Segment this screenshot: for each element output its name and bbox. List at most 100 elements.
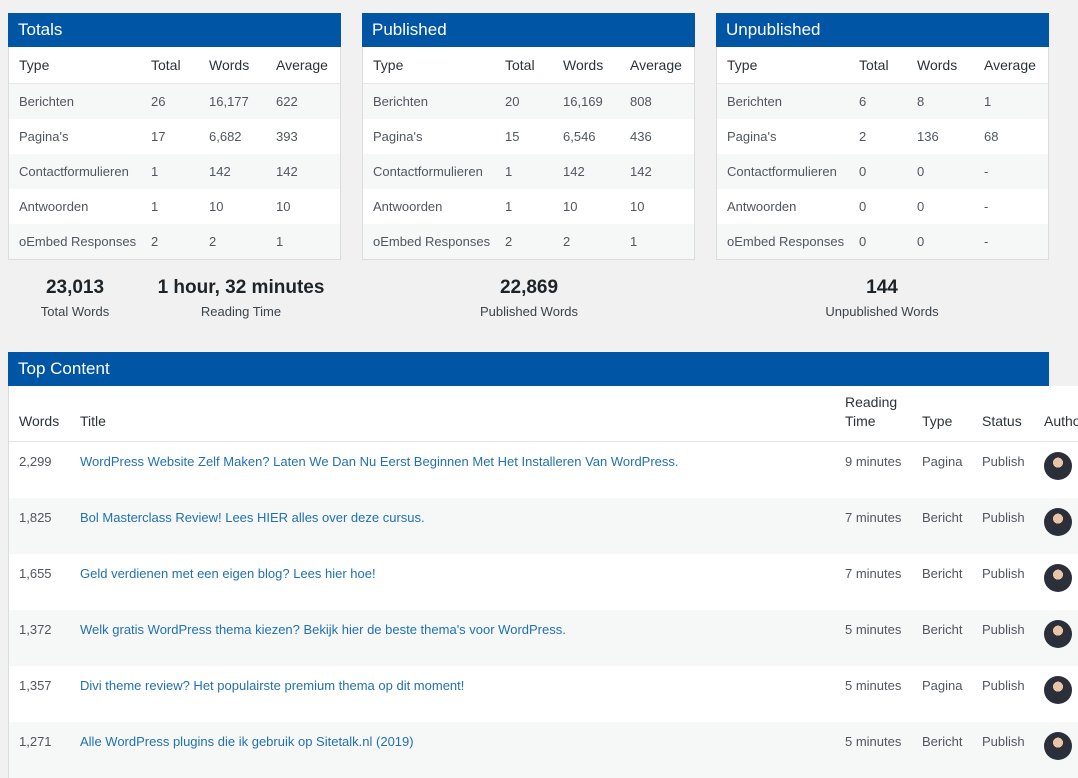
table-row: Antwoorden 0 0 - bbox=[717, 189, 1048, 224]
value-cell: 8 bbox=[907, 83, 974, 119]
unpublished-table: Type Total Words Average Berichten 6 8 1 Pag… bbox=[717, 47, 1048, 259]
post-title-link[interactable]: Bol Masterclass Review! Lees HIER alles … bbox=[80, 510, 425, 525]
type-cell: Berichten bbox=[717, 83, 849, 119]
table-row: 2,299 WordPress Website Zelf Maken? Laten… bbox=[9, 442, 1078, 498]
value-cell: 2 bbox=[859, 129, 867, 144]
value-cell: 142 bbox=[620, 154, 694, 189]
author-cell bbox=[1034, 442, 1078, 498]
status-cell: Publish bbox=[982, 565, 1025, 581]
post-title-link[interactable]: Geld verdienen met een eigen blog? Lees … bbox=[80, 566, 376, 581]
post-title-link[interactable]: Alle WordPress plugins die ik gebruik op… bbox=[80, 734, 414, 749]
type-cell: Antwoorden bbox=[373, 199, 443, 214]
value-cell: 68 bbox=[984, 129, 999, 144]
table-row: Pagina's 17 6,682 393 bbox=[9, 119, 340, 154]
column-header: Words bbox=[553, 47, 620, 84]
table-row: 1,825 Bol Masterclass Review! Lees HIER a… bbox=[9, 497, 1078, 554]
reading-time-cell: 9 minutes bbox=[845, 454, 902, 469]
value-cell: 2 bbox=[495, 224, 553, 259]
published-words-stat: 22,869 Published Words bbox=[454, 277, 604, 319]
stat-label: Published Words bbox=[479, 304, 579, 319]
value-cell: 0 bbox=[917, 199, 925, 214]
status-cell: Publish bbox=[972, 721, 1034, 778]
panel-title: Totals bbox=[8, 13, 341, 47]
table-row: Antwoorden 1 10 10 bbox=[363, 189, 694, 224]
value-cell: 2 bbox=[199, 224, 266, 259]
stat-label: Unpublished Words bbox=[825, 304, 939, 319]
post-title-link[interactable]: Welk gratis WordPress thema kiezen? Beki… bbox=[80, 622, 566, 637]
words-cell: 1,825 bbox=[9, 497, 70, 554]
type-cell: Contactformulieren bbox=[717, 154, 849, 189]
value-cell: 0 bbox=[907, 154, 974, 189]
author-avatar[interactable] bbox=[1044, 619, 1072, 648]
table-row: Antwoorden 1 10 10 bbox=[9, 189, 340, 224]
value-cell: 26 bbox=[141, 83, 199, 119]
column-header-author: Author bbox=[1034, 386, 1078, 442]
table-row: Pagina's 15 6,546 436 bbox=[363, 119, 694, 154]
value-cell: 6,682 bbox=[209, 129, 242, 144]
column-header: Average bbox=[266, 47, 340, 84]
value-cell: 1 bbox=[495, 154, 553, 189]
value-cell: 0 bbox=[849, 224, 907, 259]
column-header-status: Status bbox=[972, 386, 1034, 442]
stat-value: 144 bbox=[866, 277, 898, 298]
panel-title: Unpublished bbox=[716, 13, 1049, 47]
panel-rows: Berichten 20 16,169 808 Pagina's 15 6,546 436 Co… bbox=[363, 83, 694, 259]
column-header: Type bbox=[717, 47, 849, 84]
value-cell: 20 bbox=[495, 83, 553, 119]
value-cell: 1 bbox=[505, 199, 513, 214]
author-cell bbox=[1034, 554, 1078, 610]
table-row: oEmbed Responses 0 0- bbox=[717, 224, 1048, 259]
words-cell: 1,655 bbox=[19, 565, 52, 581]
published-panel: Published Type Total Words Average Beric… bbox=[362, 13, 695, 260]
value-cell: - bbox=[984, 199, 989, 214]
post-title-link[interactable]: WordPress Website Zelf Maken? Laten We D… bbox=[80, 454, 679, 469]
table-row: Berichten 20 16,169 808 bbox=[363, 83, 694, 119]
value-cell: 2 bbox=[141, 224, 199, 259]
type-cell: Bericht bbox=[912, 609, 972, 666]
table-row: oEmbed Responses 2 2 1 bbox=[9, 224, 340, 259]
reading-time-cell: 7 minutes bbox=[845, 565, 902, 581]
column-header: Total bbox=[495, 47, 553, 84]
type-cell: Pagina's bbox=[373, 129, 423, 144]
value-cell: 16,177 bbox=[199, 83, 266, 119]
words-cell: 1,357 bbox=[19, 677, 52, 693]
reading-time-cell: 5 minutes bbox=[835, 609, 912, 666]
author-cell bbox=[1034, 666, 1078, 722]
title-cell: Divi theme review? Het populairste premi… bbox=[70, 666, 835, 722]
reading-time-cell: 5 minutes bbox=[835, 721, 912, 778]
reading-time-cell: 5 minutes bbox=[845, 677, 902, 693]
type-cell: Contactformulieren bbox=[363, 154, 495, 189]
table-row: Pagina's 2 136 68 bbox=[717, 119, 1048, 154]
top-content-title: Top Content bbox=[8, 352, 1049, 386]
value-cell: 0 bbox=[859, 199, 867, 214]
status-cell: Publish bbox=[982, 677, 1025, 693]
status-cell: Publish bbox=[972, 609, 1034, 666]
author-avatar[interactable] bbox=[1044, 563, 1072, 592]
author-avatar[interactable] bbox=[1044, 675, 1072, 704]
value-cell: 15 bbox=[505, 129, 520, 144]
value-cell: 10 bbox=[209, 199, 224, 214]
type-cell: oEmbed Responses bbox=[9, 224, 141, 259]
author-avatar[interactable] bbox=[1044, 452, 1072, 480]
value-cell: 142 bbox=[199, 154, 266, 189]
type-cell: Berichten bbox=[363, 83, 495, 119]
value-cell: - bbox=[974, 154, 1048, 189]
value-cell: 142 bbox=[553, 154, 620, 189]
value-cell: 142 bbox=[266, 154, 340, 189]
post-title-link[interactable]: Divi theme review? Het populairste premi… bbox=[80, 678, 464, 693]
type-cell: Pagina's bbox=[19, 129, 69, 144]
type-cell: Bericht bbox=[912, 721, 972, 778]
panel-title: Published bbox=[362, 13, 695, 47]
column-header-title: Title bbox=[70, 386, 835, 442]
value-cell: 6,546 bbox=[563, 129, 596, 144]
author-avatar[interactable] bbox=[1044, 731, 1072, 760]
reading-time-stat: 1 hour, 32 minutes Reading Time bbox=[141, 277, 341, 319]
column-header: Type bbox=[363, 47, 495, 84]
stat-label: Reading Time bbox=[200, 304, 282, 319]
title-cell: WordPress Website Zelf Maken? Laten We D… bbox=[70, 442, 835, 498]
words-cell: 1,372 bbox=[9, 609, 70, 666]
stat-value: 1 hour, 32 minutes bbox=[157, 277, 325, 298]
value-cell: 393 bbox=[276, 129, 298, 144]
author-cell bbox=[1034, 609, 1078, 666]
author-avatar[interactable] bbox=[1044, 507, 1072, 536]
